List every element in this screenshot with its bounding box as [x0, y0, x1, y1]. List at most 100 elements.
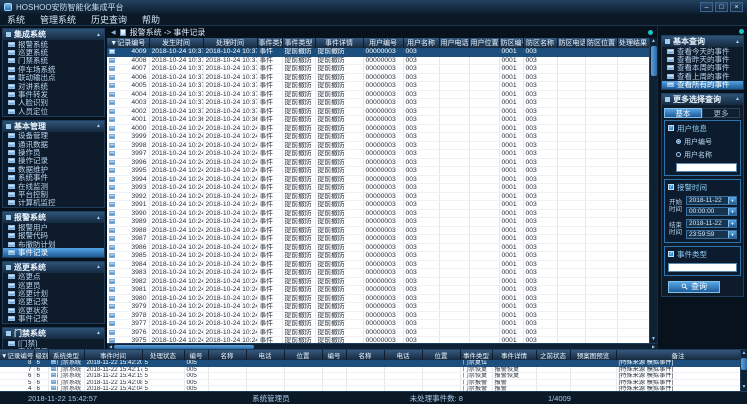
sidebar-item[interactable]: 对讲系统	[3, 82, 104, 90]
checkbox-checked-icon[interactable]: ✓	[668, 125, 674, 131]
column-header[interactable]: 事件详情	[315, 38, 363, 48]
scroll-up-icon[interactable]: ▲	[742, 350, 747, 357]
tab-basic[interactable]: 基本	[664, 108, 702, 118]
section-header[interactable]: 更多选择查询 ▲	[662, 94, 743, 105]
column-header[interactable]: 编号	[184, 350, 208, 360]
column-header[interactable]: 事件详情	[492, 350, 536, 360]
table-row[interactable]: 4008 2018-10-24 10:37:02 2018-10-24 10:3…	[107, 56, 649, 65]
table-row[interactable]: 3993 2018-10-24 10:24:52 2018-10-24 10:2…	[107, 184, 649, 193]
query-shortcut-item[interactable]: 查看所有的事件	[662, 81, 743, 89]
collapse-arrow-icon[interactable]: ▲	[96, 330, 101, 336]
table-row[interactable]: 3989 2018-10-24 10:24:50 2018-10-24 10:2…	[107, 218, 649, 227]
sidebar-item[interactable]: 巡更记录	[3, 298, 104, 306]
query-shortcut-item[interactable]: 查看今天的事件	[662, 47, 743, 55]
sidebar-item[interactable]: 报警系统	[3, 40, 104, 48]
column-header[interactable]: 电话	[246, 350, 284, 360]
close-button[interactable]: ×	[730, 2, 743, 12]
menu-item[interactable]: 系统	[7, 13, 25, 26]
user-no-radio[interactable]: 用户编号	[676, 137, 737, 147]
table-row[interactable]: 4007 2018-10-24 10:37:02 2018-10-24 10:3…	[107, 65, 649, 74]
sidebar-item[interactable]: 平台控制	[3, 190, 104, 198]
column-header[interactable]: 备注	[616, 350, 740, 360]
collapse-arrow-icon[interactable]: ▲	[96, 264, 101, 270]
table-row[interactable]: 3980 2018-10-24 10:24:41 2018-10-24 10:2…	[107, 294, 649, 303]
sidebar-item[interactable]: 事件记录	[3, 248, 104, 256]
menu-item[interactable]: 管理系统	[40, 13, 76, 26]
table-row[interactable]: 3997 2018-10-24 10:24:54 2018-10-24 10:2…	[107, 150, 649, 159]
collapse-arrow-icon[interactable]: ▲	[735, 96, 740, 102]
menu-item[interactable]: 帮助	[142, 13, 160, 26]
query-button[interactable]: 查询	[668, 281, 720, 293]
sidebar-item[interactable]: 数据维护	[3, 165, 104, 173]
table-row[interactable]: 3978 2018-10-24 10:24:39 2018-10-24 10:2…	[107, 311, 649, 320]
column-header[interactable]: 事件类型	[460, 350, 492, 360]
scrollbar-thumb[interactable]	[741, 358, 747, 370]
column-header[interactable]: 级别	[34, 350, 48, 360]
user-filter-input[interactable]	[676, 163, 737, 172]
sidebar-item[interactable]: 巡更计划	[3, 289, 104, 297]
user-info-checkbox[interactable]: ✓ 用户信息	[668, 123, 737, 134]
section-header[interactable]: 报警系统 ▲	[3, 212, 104, 223]
column-header[interactable]: 用户电话	[439, 38, 469, 48]
radio-icon[interactable]	[676, 152, 681, 157]
column-header[interactable]: 处理状态	[142, 350, 184, 360]
table-row[interactable]: 3984 2018-10-24 10:24:45 2018-10-24 10:2…	[107, 260, 649, 269]
spinner-icon[interactable]: ▼	[728, 231, 736, 238]
sidebar-item[interactable]: 联动输出点	[3, 74, 104, 82]
time-checkbox[interactable]: ✓ 接警时间	[668, 182, 737, 193]
table-row[interactable]: 3992 2018-10-24 10:24:51 2018-10-24 10:2…	[107, 192, 649, 201]
table-row[interactable]: 3985 2018-10-24 10:24:46 2018-10-24 10:2…	[107, 252, 649, 261]
table-row[interactable]: 3996 2018-10-24 10:24:54 2018-10-24 10:2…	[107, 158, 649, 167]
column-header[interactable]: 防区名称	[523, 38, 557, 48]
sidebar-item[interactable]: 事件转发	[3, 90, 104, 98]
collapse-arrow-icon[interactable]: ▲	[96, 32, 101, 38]
table-row[interactable]: 3998 2018-10-24 10:24:54 2018-10-24 10:2…	[107, 141, 649, 150]
query-shortcut-item[interactable]: 查看上周的事件	[662, 72, 743, 80]
section-header[interactable]: 门禁系统 ▲	[3, 328, 104, 339]
section-header[interactable]: 巡更系统 ▲	[3, 262, 104, 273]
section-header[interactable]: 基本查询 ▲	[662, 36, 743, 47]
table-row[interactable]: 4001 2018-10-24 10:36:58 2018-10-24 10:3…	[107, 116, 649, 125]
section-header[interactable]: 基本管理 ▲	[3, 121, 104, 132]
table-row[interactable]: 4003 2018-10-24 10:37:00 2018-10-24 10:3…	[107, 99, 649, 108]
column-header[interactable]: 事件时间	[84, 350, 142, 360]
table-row[interactable]: 3999 2018-10-24 10:24:54 2018-10-24 10:2…	[107, 133, 649, 142]
scroll-down-icon[interactable]: ▼	[651, 336, 656, 343]
sidebar-item[interactable]: 系统事件	[3, 173, 104, 181]
collapse-arrow-icon[interactable]: ▲	[735, 39, 740, 45]
column-header[interactable]: 防区位置	[585, 38, 617, 48]
table-row[interactable]: 4005 2018-10-24 10:37:01 2018-10-24 10:3…	[107, 82, 649, 91]
table-row[interactable]: 3994 2018-10-24 10:24:52 2018-10-24 10:2…	[107, 175, 649, 184]
column-header[interactable]: 位置	[422, 350, 460, 360]
collapse-arrow-icon[interactable]: ▲	[96, 215, 101, 221]
event-type-input[interactable]	[668, 263, 737, 272]
scrollbar-thumb[interactable]	[651, 46, 657, 76]
table-row[interactable]: 3986 2018-10-24 10:24:47 2018-10-24 10:2…	[107, 243, 649, 252]
column-header[interactable]: 处理结果	[617, 38, 649, 48]
calendar-dropdown-icon[interactable]: ▼	[728, 220, 736, 227]
vertical-scrollbar[interactable]: ▲ ▼	[649, 38, 657, 343]
menu-item[interactable]: 历史查询	[91, 13, 127, 26]
column-header[interactable]: 编号	[322, 350, 346, 360]
sidebar-item[interactable]: 人脸识别	[3, 99, 104, 107]
sidebar-item[interactable]: 门禁系统	[3, 57, 104, 65]
column-header[interactable]: ▼记录编号	[0, 350, 34, 360]
column-header[interactable]: 用户编号	[363, 38, 403, 48]
sidebar-item[interactable]: 巡更员	[3, 281, 104, 289]
calendar-dropdown-icon[interactable]: ▼	[728, 197, 736, 204]
column-header[interactable]: 电话	[384, 350, 422, 360]
checkbox-checked-icon[interactable]: ✓	[668, 184, 674, 190]
sidebar-item[interactable]: 操作记录	[3, 157, 104, 165]
end-time-spinner[interactable]: 23:59:59 ▼	[686, 230, 737, 239]
start-time-spinner[interactable]: 00:00:00 ▼	[686, 207, 737, 216]
table-row[interactable]: 3982 2018-10-24 10:24:43 2018-10-24 10:2…	[107, 277, 649, 286]
sidebar-item[interactable]: 事件记录	[3, 315, 104, 323]
sidebar-item[interactable]: 计算机监控	[3, 199, 104, 207]
tab-more[interactable]: 更多	[702, 108, 740, 118]
table-row[interactable]: 3988 2018-10-24 10:24:49 2018-10-24 10:2…	[107, 226, 649, 235]
table-row[interactable]: 3991 2018-10-24 10:24:51 2018-10-24 10:2…	[107, 201, 649, 210]
minimize-button[interactable]: –	[700, 2, 713, 12]
sidebar-item[interactable]: 报警代码	[3, 231, 104, 239]
column-header[interactable]: 事件类型	[282, 38, 315, 48]
sidebar-item[interactable]: 巡更状态	[3, 306, 104, 314]
